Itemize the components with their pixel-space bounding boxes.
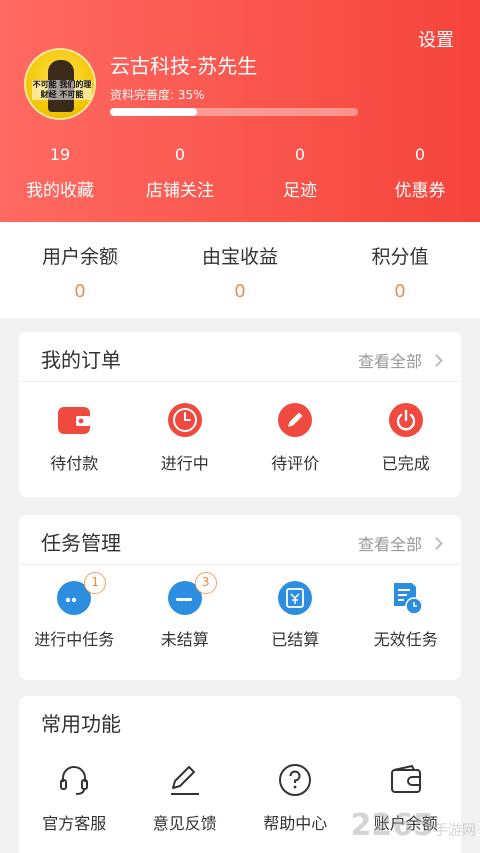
function-label: 官方客服 — [42, 814, 107, 833]
stat-label: 优惠券 — [394, 181, 446, 201]
watermark: 2265手游网 — [351, 808, 477, 843]
wallet-icon — [58, 407, 91, 434]
settings-button[interactable]: 设置 — [418, 26, 454, 52]
watermark-main: 2265 — [350, 808, 435, 843]
profile-completeness-bar — [110, 108, 358, 116]
order-item-label: 已完成 — [381, 454, 430, 473]
balance-value: 0 — [234, 281, 246, 302]
function-feedback[interactable]: 意见反馈 — [130, 746, 241, 834]
wallet-outline-icon — [390, 764, 421, 793]
edit-icon — [170, 766, 199, 795]
chevron-right-icon — [430, 353, 443, 367]
function-label: 意见反馈 — [152, 814, 217, 833]
order-pending-payment[interactable]: 待付款 — [19, 382, 130, 474]
task-unsettled[interactable]: 3 未结算 — [130, 565, 241, 650]
question-icon — [279, 764, 312, 796]
task-invalid[interactable]: 无效任务 — [351, 565, 462, 650]
profile-completeness-label: 资料完善度: 35% — [110, 88, 205, 102]
stat-label: 足迹 — [283, 181, 317, 201]
stat-shop-follows[interactable]: 0 店铺关注 — [120, 144, 240, 204]
clock-icon — [167, 403, 202, 437]
stat-coupons[interactable]: 0 优惠券 — [360, 144, 480, 204]
task-count-badge: 3 — [194, 572, 217, 594]
stats-row: 19 我的收藏 0 店铺关注 0 足迹 0 优惠券 — [0, 144, 480, 204]
document-clock-icon — [393, 583, 423, 615]
profile-completeness-fill — [110, 108, 197, 116]
task-count-badge: 1 — [84, 572, 107, 594]
order-item-label: 待评价 — [271, 454, 320, 473]
balance-points[interactable]: 积分值 0 — [320, 222, 480, 318]
stat-count: 19 — [49, 145, 71, 164]
balance-user[interactable]: 用户余额 0 — [0, 222, 160, 318]
orders-card: 我的订单 查看全部 待付款 进行中 待评价 已完成 — [19, 332, 461, 497]
orders-view-all-link[interactable]: 查看全部 — [357, 348, 443, 372]
balance-earnings[interactable]: 由宝收益 0 — [160, 222, 320, 318]
function-help-center[interactable]: 帮助中心 — [240, 746, 351, 834]
tasks-items: 1 进行中任务 3 未结算 已结算 无效任务 — [19, 565, 461, 650]
chevron-right-icon — [430, 536, 443, 550]
balance-value: 0 — [394, 281, 406, 302]
order-in-progress[interactable]: 进行中 — [130, 382, 241, 474]
orders-header: 我的订单 查看全部 — [19, 332, 461, 382]
orders-items: 待付款 进行中 待评价 已完成 — [19, 382, 461, 474]
yen-calendar-icon — [278, 581, 313, 615]
tasks-card: 任务管理 查看全部 1 进行中任务 3 未结算 已结算 无效任务 — [19, 515, 461, 680]
stat-count: 0 — [414, 145, 426, 164]
stat-favorites[interactable]: 19 我的收藏 — [0, 144, 120, 204]
view-all-label: 查看全部 — [357, 535, 422, 554]
common-functions-title: 常用功能 — [41, 712, 121, 736]
task-item-label: 无效任务 — [373, 630, 438, 649]
order-completed[interactable]: 已完成 — [351, 382, 462, 474]
task-in-progress[interactable]: 1 进行中任务 — [19, 565, 130, 650]
balance-label: 由宝收益 — [201, 246, 278, 268]
stat-footprints[interactable]: 0 足迹 — [240, 144, 360, 204]
order-item-label: 待付款 — [50, 454, 99, 473]
stat-label: 店铺关注 — [146, 181, 214, 201]
common-functions-header: 常用功能 — [19, 696, 461, 746]
stat-count: 0 — [294, 145, 306, 164]
task-settled[interactable]: 已结算 — [240, 565, 351, 650]
username: 云古科技-苏先生 — [110, 54, 258, 78]
avatar-text: 不可能 我们的理财经 不可能 — [32, 80, 92, 100]
pencil-icon — [278, 403, 313, 437]
power-icon — [388, 403, 423, 437]
stat-count: 0 — [174, 145, 186, 164]
tasks-header: 任务管理 查看全部 — [19, 515, 461, 565]
tasks-view-all-link[interactable]: 查看全部 — [357, 531, 443, 555]
balance-label: 用户余额 — [41, 246, 118, 268]
view-all-label: 查看全部 — [357, 352, 422, 371]
function-label: 帮助中心 — [263, 814, 328, 833]
balance-label: 积分值 — [371, 246, 429, 268]
task-item-label: 已结算 — [271, 630, 320, 649]
task-item-label: 进行中任务 — [34, 630, 115, 649]
function-customer-service[interactable]: 官方客服 — [19, 746, 130, 834]
order-to-review[interactable]: 待评价 — [240, 382, 351, 474]
tasks-title: 任务管理 — [41, 531, 121, 555]
watermark-sub: 手游网 — [434, 823, 476, 839]
avatar[interactable]: 不可能 我们的理财经 不可能 — [24, 48, 96, 120]
profile-header: 设置 不可能 我们的理财经 不可能 云古科技-苏先生 资料完善度: 35% 19… — [0, 0, 480, 222]
order-item-label: 进行中 — [160, 454, 209, 473]
task-item-label: 未结算 — [160, 630, 209, 649]
orders-title: 我的订单 — [41, 348, 121, 372]
balance-value: 0 — [74, 281, 86, 302]
stat-label: 我的收藏 — [26, 181, 94, 201]
balances-row: 用户余额 0 由宝收益 0 积分值 0 — [0, 222, 480, 318]
headset-icon — [60, 766, 89, 795]
